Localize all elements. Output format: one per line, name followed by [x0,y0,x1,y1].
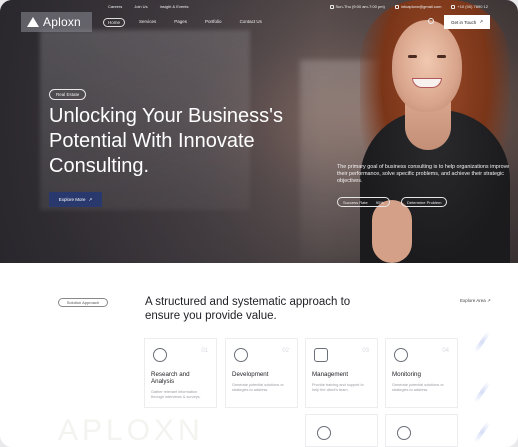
brand-watermark: APLOXN [58,414,204,447]
hero-section: Careers Join Us Insight & Events Sun-Thu… [0,0,518,263]
get-in-touch-label: Get in Touch [451,19,477,25]
nav-item-home[interactable]: Home [103,18,126,27]
decorative-stripe [473,331,491,353]
card-number: 04 [442,348,449,354]
arrow-up-right-icon: ↗ [487,298,491,303]
search-icon[interactable] [428,18,434,24]
hero-person-eye [408,55,417,58]
top-links: Careers Join Us Insight & Events [108,4,188,9]
top-hours: Sun-Thu (9:00 am-7:00 pm) [329,4,385,9]
nav-item-pages[interactable]: Pages [170,18,191,27]
nav-item-services[interactable]: Services [135,18,160,27]
nav-item-portfolio[interactable]: Portfolio [201,18,226,27]
main-nav: Home Services Pages Portfolio Contact Us [103,18,266,27]
mail-icon [394,4,399,9]
arrow-up-right-icon: ↗ [479,19,483,24]
target-icon [234,348,248,362]
top-contact-info: Sun-Thu (9:00 am-7:00 pm) infoaploxn@gma… [329,4,488,9]
hero-person-arm [372,200,412,263]
page: Careers Join Us Insight & Events Sun-Thu… [0,0,518,447]
hero-person-eye [437,55,446,58]
service-card-monitoring[interactable]: 04 Monitoring Generate potential solutio… [385,338,458,408]
service-card-development[interactable]: 02 Development Generate potential soluti… [225,338,298,408]
hero-title-line: Consulting. [49,155,150,177]
card-text: Generate potential solutions or strategi… [232,383,284,392]
top-link-join[interactable]: Join Us [134,4,147,9]
service-card-management[interactable]: 03 Management Provide training and suppo… [305,338,378,408]
success-rate-value: 90% [375,199,384,205]
explore-area-label: Explore Area [460,298,486,303]
determine-problem-pill[interactable]: Determine Problem [401,197,448,207]
card-title: Research and Analysis [151,371,190,385]
decorative-stripe [473,381,491,403]
pie-chart-icon [153,348,167,362]
explore-more-label: Explore More [58,197,86,202]
card-title: Development [232,371,269,378]
card-title: Management [312,371,349,378]
card-number: 03 [362,348,369,354]
nav-item-contact[interactable]: Contact Us [236,18,266,27]
top-email[interactable]: infoaploxn@gmail.com [394,4,442,9]
top-email-text: infoaploxn@gmail.com [400,4,442,9]
success-rate-pill: Success Rate 90% [337,197,390,207]
network-icon [314,348,328,362]
clock-icon [329,4,334,9]
section-title: A structured and systematic approach to … [145,296,351,322]
hero-title: Unlocking Your Business's Potential With… [49,104,299,179]
globe-icon [397,426,411,440]
top-bar: Careers Join Us Insight & Events Sun-Thu… [0,0,518,12]
explore-area-link[interactable]: Explore Area ↗ [460,298,491,304]
explore-more-button[interactable]: Explore More ↗ [49,192,102,207]
hero-title-line: Unlocking Your Business's [49,105,283,127]
arrow-up-right-icon: ↗ [88,196,93,202]
hero-description: The primary goal of business consulting … [337,164,510,184]
crosshair-icon [317,426,331,440]
card-title: Monitoring [392,371,421,378]
card-text: Generate potential solutions or strategi… [392,383,444,392]
hero-person-face [392,20,462,112]
logo-triangle-icon [27,17,39,27]
card-text: Provide training and support to help the… [312,383,364,392]
top-phone-text: +10 (00) 7890 12 [457,4,488,9]
solution-approach-badge: Solution Approach [58,298,108,307]
success-rate-label: Success Rate [343,199,368,205]
card-number: 01 [201,348,208,354]
decorative-stripe [473,421,491,443]
brand-logo[interactable]: Aploxn [21,12,92,32]
top-link-careers[interactable]: Careers [108,4,122,9]
hero-badge: Real Estate [49,89,87,100]
service-card-partial[interactable] [385,414,458,447]
hero-title-line: Potential With Innovate [49,130,255,152]
phone-icon [451,4,456,9]
card-text: Gather relevant information through inte… [151,390,201,399]
card-number: 02 [282,348,289,354]
top-phone[interactable]: +10 (00) 7890 12 [451,4,488,9]
service-card-partial[interactable] [305,414,378,447]
top-hours-text: Sun-Thu (9:00 am-7:00 pm) [335,4,385,9]
brand-name: Aploxn [43,15,81,29]
get-in-touch-button[interactable]: Get in Touch ↗ [444,15,490,29]
service-card-research[interactable]: 01 Research and Analysis Gather relevant… [144,338,217,408]
determine-problem-label: Determine Problem [407,199,442,205]
top-link-insight[interactable]: Insight & Events [160,4,189,9]
circles-icon [394,348,408,362]
